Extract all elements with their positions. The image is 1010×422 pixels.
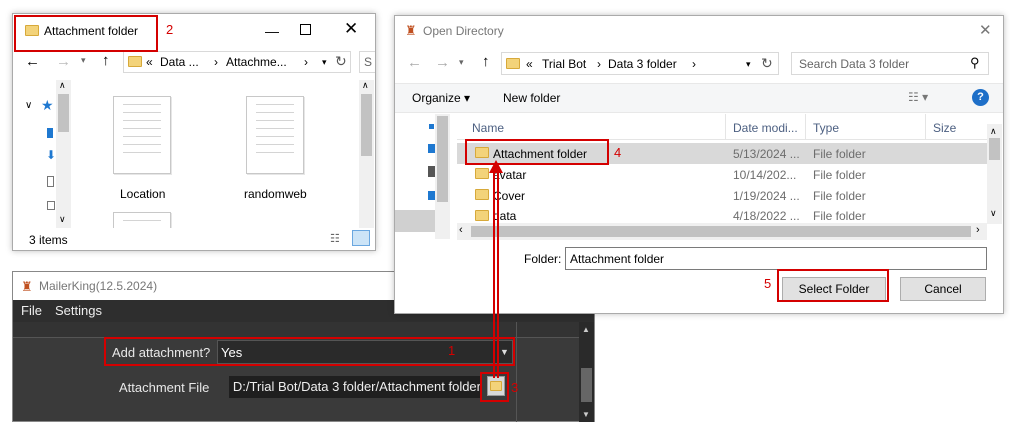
arrow-head-icon — [489, 160, 503, 173]
annotation-arrow — [489, 160, 503, 378]
